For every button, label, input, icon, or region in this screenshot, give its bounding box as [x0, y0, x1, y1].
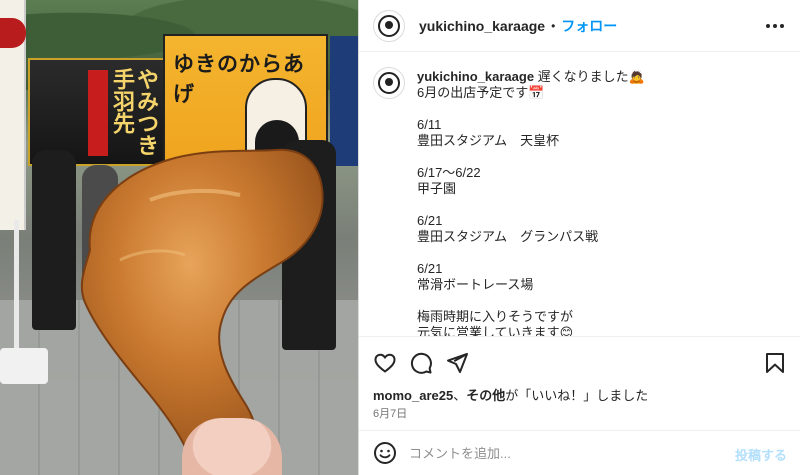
liker-username[interactable]: momo_are25	[373, 388, 453, 403]
likes-suffix: が「いいね！」しました	[505, 388, 649, 403]
caption-line	[417, 101, 787, 117]
caption-line: 6/21	[417, 213, 443, 228]
instagram-post: やみつき手羽先 ゆきのからあげ yukichino_karaage • フォロー…	[0, 0, 800, 475]
caption-line: 遅くなりました🙇	[534, 69, 645, 84]
header-username[interactable]: yukichino_karaage	[419, 18, 545, 34]
post-comment-button[interactable]: 投稿する	[735, 445, 787, 464]
caption-first-line: yukichino_karaage 遅くなりました🙇	[417, 69, 787, 85]
caption-line: 甲子園	[417, 181, 457, 196]
follow-button[interactable]: フォロー	[561, 16, 617, 36]
caption-line: 豊田スタジアム グランパス戦	[417, 229, 599, 244]
comment-input[interactable]	[409, 445, 709, 461]
post-date[interactable]: 6月7日	[373, 405, 407, 421]
caption-line	[417, 197, 787, 213]
likes-others-link[interactable]: その他	[466, 388, 505, 403]
caption-area: yukichino_karaage 遅くなりました🙇 6月の出店予定です📅 6/1…	[359, 53, 800, 336]
comment-icon[interactable]	[409, 351, 433, 375]
bookmark-icon[interactable]	[763, 351, 787, 375]
caption-line	[417, 245, 787, 261]
caption-line	[417, 149, 787, 165]
caption-line: 6/11	[417, 117, 442, 132]
caption-avatar[interactable]	[373, 67, 405, 99]
comment-bar: 投稿する	[359, 430, 800, 475]
likes-summary: momo_are25、その他が「いいね！」しました	[373, 385, 648, 404]
caption-line: 6/21	[417, 261, 443, 276]
caption-line: 常滑ボートレース場	[417, 277, 534, 292]
caption-line: 梅雨時期に入りそうですが	[417, 309, 574, 324]
avatar[interactable]	[373, 9, 405, 42]
caption-text: yukichino_karaage 遅くなりました🙇 6月の出店予定です📅 6/1…	[417, 69, 787, 336]
separator-dot: •	[551, 18, 556, 33]
action-bar	[359, 336, 800, 388]
caption-line: 豊田スタジアム 天皇杯	[417, 133, 560, 148]
paper-plane-icon[interactable]	[445, 351, 469, 375]
hand	[182, 418, 282, 475]
caption-line	[417, 293, 787, 309]
caption-line: 元気に営業していきます😊	[417, 325, 574, 336]
post-photo[interactable]: やみつき手羽先 ゆきのからあげ	[0, 0, 358, 475]
fried-chicken-wing	[80, 148, 324, 475]
heart-icon[interactable]	[373, 351, 397, 375]
caption-line: 6/17〜6/22	[417, 165, 481, 180]
likes-separator: 、	[453, 388, 467, 403]
caption-username[interactable]: yukichino_karaage	[417, 69, 534, 84]
smiley-icon[interactable]	[373, 441, 397, 465]
post-header: yukichino_karaage • フォロー	[359, 0, 800, 52]
caption-line: 6月の出店予定です📅	[417, 85, 545, 100]
post-sidebar: yukichino_karaage • フォロー yukichino_karaa…	[358, 0, 800, 475]
more-horizontal-icon[interactable]	[763, 14, 787, 38]
